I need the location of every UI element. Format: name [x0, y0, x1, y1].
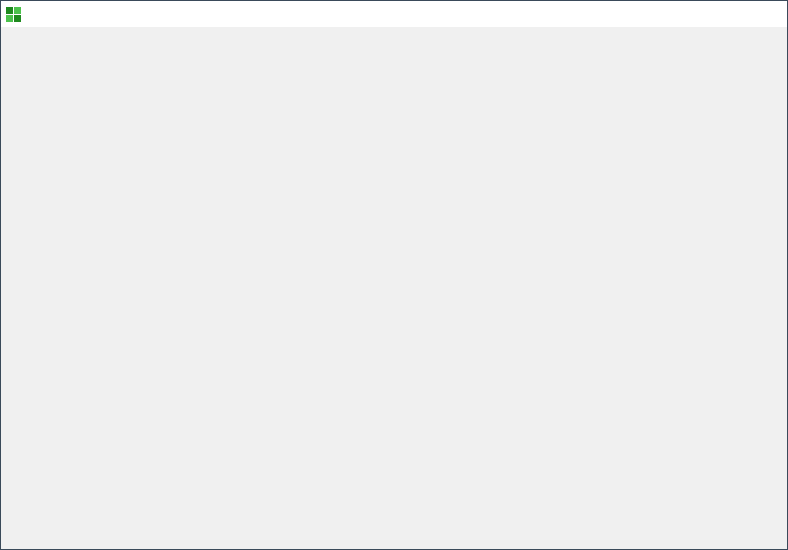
- title-bar: [1, 1, 787, 27]
- app-icon: [6, 7, 21, 22]
- app-window: [0, 0, 788, 550]
- minimize-button[interactable]: [693, 1, 739, 27]
